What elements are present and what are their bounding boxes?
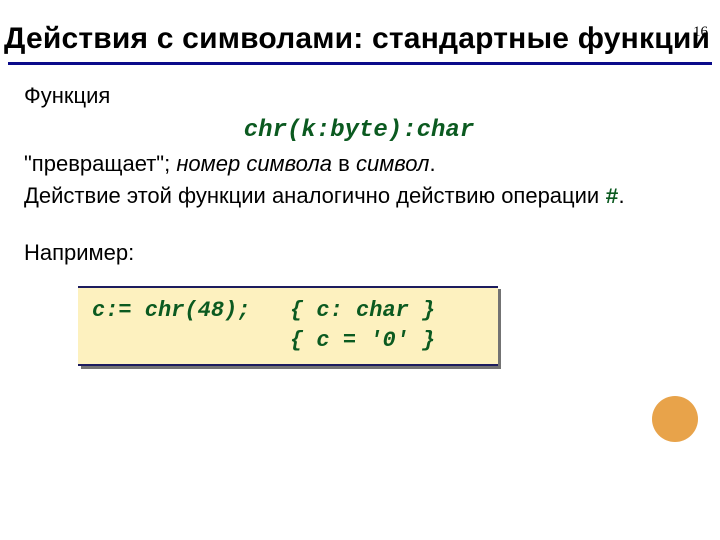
description-line-2: Действие этой функции аналогично действи… [24,181,694,213]
desc-middle: в [332,151,356,176]
slide-body: Функция chr(k:byte):char "превращает"; н… [0,65,720,366]
desc-italic-2: символ [356,151,429,176]
description-line-1: "превращает"; номер символа в символ. [24,149,694,179]
desc-suffix: . [429,151,435,176]
intro-word: Функция [24,81,694,111]
desc-italic-1: номер символа [176,151,332,176]
line2-suffix: . [619,183,625,208]
desc-prefix: "превращает"; [24,151,176,176]
function-signature: chr(k:byte):char [24,115,694,147]
line2-prefix: Действие этой функции аналогично действи… [24,183,605,208]
page-number: 16 [693,24,708,41]
example-label: Например: [24,238,694,268]
decorative-circle [652,396,698,442]
code-example-box: c:= chr(48); { c: char } { c = '0' } [78,286,498,365]
slide-title: Действия с символами: стандартные функци… [4,22,720,56]
hash-operator: # [605,185,618,210]
